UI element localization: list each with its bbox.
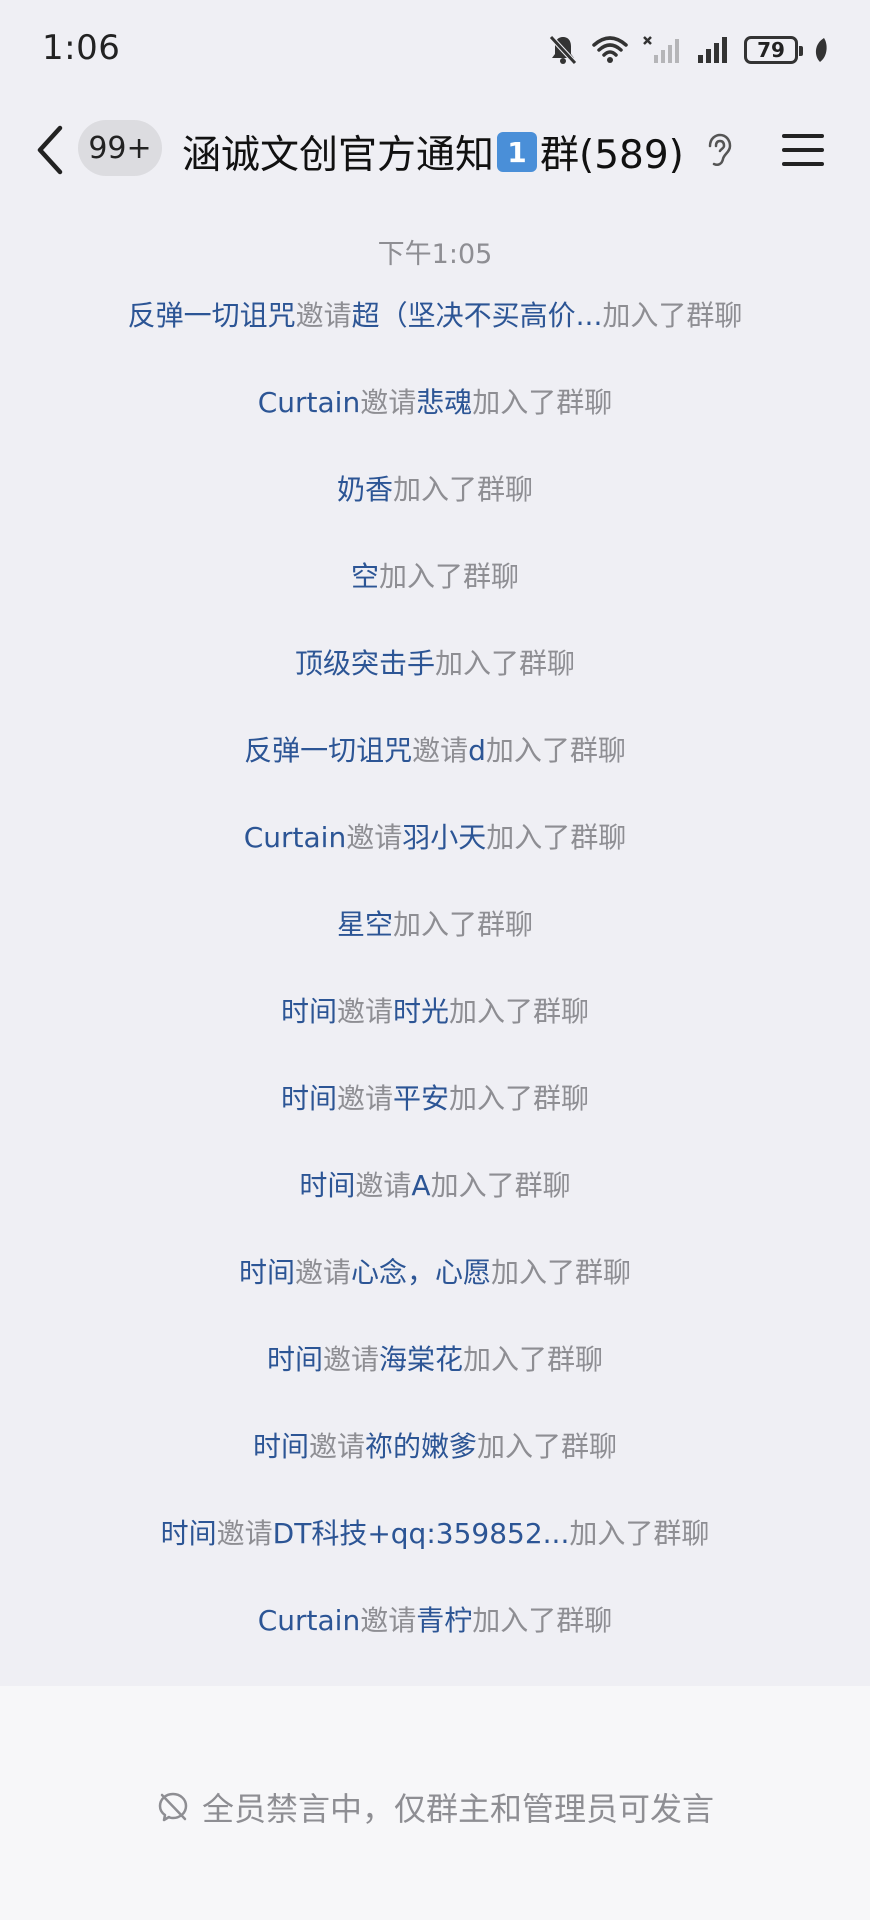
- joined-text: 加入了群聊: [430, 1169, 571, 1202]
- joined-text: 加入了群聊: [485, 734, 626, 767]
- chat-title-prefix: 涵诚文创官方通知: [182, 133, 495, 178]
- member-name-link[interactable]: Curtain: [258, 1604, 360, 1637]
- member-name-link[interactable]: 海棠花: [379, 1343, 463, 1376]
- member-name-link[interactable]: 平安: [393, 1082, 449, 1115]
- system-message: 顶级突击手加入了群聊: [0, 644, 870, 731]
- member-name-link[interactable]: 时间: [299, 1169, 355, 1202]
- unread-count-badge[interactable]: 99+: [78, 120, 162, 176]
- system-message: 星空加入了群聊: [0, 905, 870, 992]
- member-name-link[interactable]: 青柠: [416, 1604, 472, 1637]
- member-name-link[interactable]: 时间: [281, 995, 337, 1028]
- invite-text: 邀请: [322, 1343, 379, 1376]
- joined-text: 加入了群聊: [393, 473, 534, 506]
- system-message: 时间邀请时光加入了群聊: [0, 992, 870, 1079]
- status-time: 1:06: [42, 28, 121, 68]
- invite-text: 邀请: [355, 1169, 412, 1202]
- member-name-link[interactable]: 顶级突击手: [295, 647, 435, 680]
- signal-icon: [698, 37, 727, 63]
- joined-text: 加入了群聊: [472, 1604, 613, 1637]
- battery-level: 79: [757, 38, 785, 62]
- keycap-number-badge: 1: [497, 132, 538, 172]
- member-name-link[interactable]: 时间: [267, 1343, 323, 1376]
- chat-header: 99+ 涵诚文创官方通知 1 群(589): [0, 100, 870, 200]
- joined-text: 加入了群聊: [449, 1082, 590, 1115]
- member-name-link[interactable]: Curtain: [244, 821, 346, 854]
- chat-title: 涵诚文创官方通知 1 群(589): [182, 124, 684, 180]
- joined-text: 加入了群聊: [477, 1430, 618, 1463]
- joined-text: 加入了群聊: [569, 1517, 710, 1550]
- system-message: 时间邀请祢的嫩爹加入了群聊: [0, 1427, 870, 1514]
- member-name-link[interactable]: 心念，心愿: [351, 1256, 491, 1289]
- joined-text: 加入了群聊: [393, 908, 534, 941]
- member-name-link[interactable]: 时间: [281, 1082, 337, 1115]
- battery-icon: 79: [744, 36, 803, 64]
- system-message: Curtain邀请青柠加入了群聊: [0, 1601, 870, 1688]
- joined-text: 加入了群聊: [449, 995, 590, 1028]
- member-name-link[interactable]: 祢的嫩爹: [365, 1430, 477, 1463]
- status-icons: 79: [548, 30, 830, 70]
- invite-text: 邀请: [308, 1430, 365, 1463]
- mute-notice-text: 全员禁言中，仅群主和管理员可发言: [201, 1790, 714, 1828]
- invite-text: 邀请: [336, 1082, 393, 1115]
- member-name-link[interactable]: 悲魂: [416, 386, 472, 419]
- member-name-link[interactable]: A: [411, 1169, 430, 1202]
- bell-muted-icon: [549, 35, 577, 65]
- mute-notice: 全员禁言中，仅群主和管理员可发言: [0, 1784, 870, 1830]
- joined-text: 加入了群聊: [463, 1343, 604, 1376]
- system-message: Curtain邀请悲魂加入了群聊: [0, 383, 870, 470]
- invite-text: 邀请: [336, 995, 393, 1028]
- system-message: Curtain邀请羽小天加入了群聊: [0, 818, 870, 905]
- wifi-icon: [592, 36, 628, 63]
- member-name-link[interactable]: 空: [351, 560, 379, 593]
- system-message: 时间邀请平安加入了群聊: [0, 1079, 870, 1166]
- invite-text: 邀请: [216, 1517, 273, 1550]
- system-message: 奶香加入了群聊: [0, 470, 870, 557]
- invite-text: 邀请: [346, 821, 403, 854]
- input-bar: 全员禁言中，仅群主和管理员可发言: [0, 1686, 870, 1920]
- menu-icon[interactable]: [780, 130, 826, 170]
- invite-text: 邀请: [360, 386, 417, 419]
- system-message: 时间邀请海棠花加入了群聊: [0, 1340, 870, 1427]
- joined-text: 加入了群聊: [491, 1256, 632, 1289]
- member-name-link[interactable]: d: [468, 734, 486, 767]
- member-name-link[interactable]: 星空: [337, 908, 393, 941]
- status-bar: 1:06 79: [0, 0, 870, 100]
- member-name-link[interactable]: 时光: [393, 995, 449, 1028]
- member-name-link[interactable]: 奶香: [337, 473, 393, 506]
- member-name-link[interactable]: Curtain: [258, 386, 360, 419]
- joined-text: 加入了群聊: [486, 821, 627, 854]
- leaf-icon: [815, 38, 827, 62]
- joined-text: 加入了群聊: [379, 560, 520, 593]
- invite-text: 邀请: [294, 1256, 351, 1289]
- system-message: 反弹一切诅咒邀请d加入了群聊: [0, 731, 870, 818]
- joined-text: 加入了群聊: [435, 647, 576, 680]
- invite-text: 邀请: [295, 299, 352, 332]
- member-name-link[interactable]: 反弹一切诅咒: [244, 734, 412, 767]
- invite-text: 邀请: [412, 734, 469, 767]
- chat-title-suffix: 群(589): [540, 133, 684, 178]
- system-message-list: 反弹一切诅咒邀请超（坚决不买高价...加入了群聊 Curtain邀请悲魂加入了群…: [0, 296, 870, 1688]
- member-name-link[interactable]: 时间: [253, 1430, 309, 1463]
- member-name-link[interactable]: 超（坚决不买高价...: [352, 299, 603, 332]
- system-message: 反弹一切诅咒邀请超（坚决不买高价...加入了群聊: [0, 296, 870, 383]
- system-message: 时间邀请心念，心愿加入了群聊: [0, 1253, 870, 1340]
- invite-text: 邀请: [360, 1604, 417, 1637]
- joined-text: 加入了群聊: [472, 386, 613, 419]
- member-name-link[interactable]: 时间: [161, 1517, 217, 1550]
- back-arrow-icon[interactable]: [30, 122, 70, 178]
- system-message: 时间邀请DT科技+qq:359852...加入了群聊: [0, 1514, 870, 1601]
- ear-icon[interactable]: [702, 132, 734, 168]
- member-name-link[interactable]: DT科技+qq:359852...: [273, 1517, 570, 1550]
- system-message: 空加入了群聊: [0, 557, 870, 644]
- system-message: 时间邀请A加入了群聊: [0, 1166, 870, 1253]
- member-name-link[interactable]: 时间: [239, 1256, 295, 1289]
- joined-text: 加入了群聊: [602, 299, 743, 332]
- member-name-link[interactable]: 反弹一切诅咒: [128, 299, 296, 332]
- signal-off-icon: [643, 36, 679, 63]
- message-timestamp: 下午1:05: [377, 239, 493, 270]
- muted-icon: [158, 1792, 188, 1822]
- member-name-link[interactable]: 羽小天: [402, 821, 486, 854]
